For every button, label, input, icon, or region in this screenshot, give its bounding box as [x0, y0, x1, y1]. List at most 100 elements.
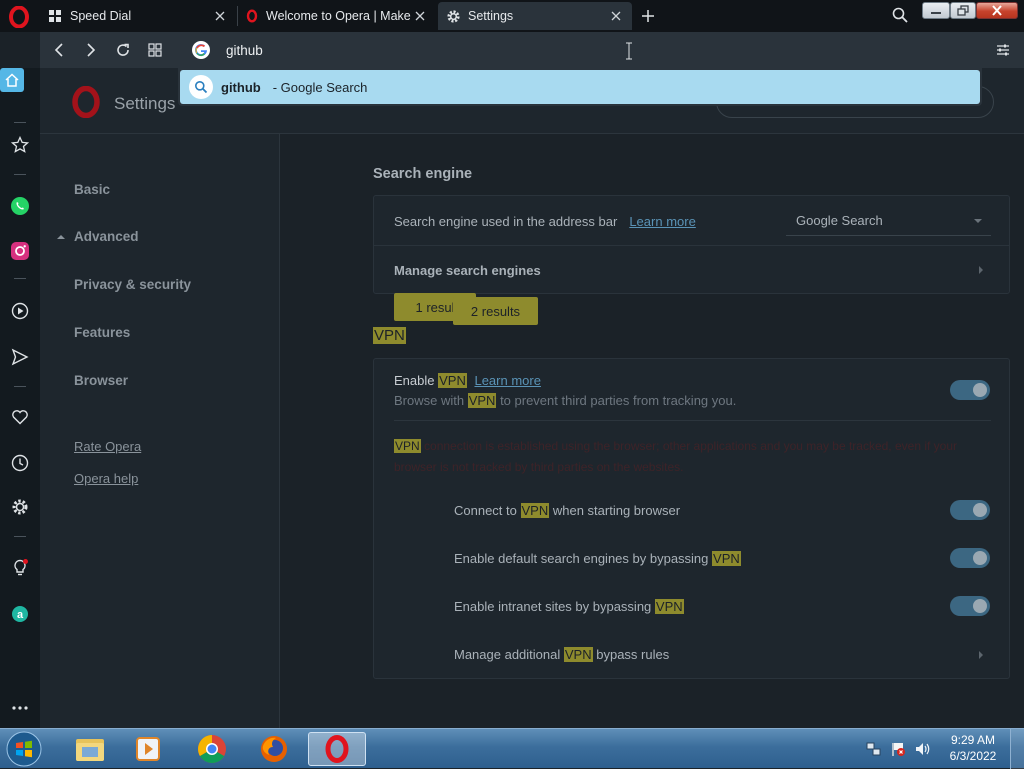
settings-nav: Basic Advanced Privacy & security Featur… — [40, 134, 280, 728]
tray-volume-icon[interactable] — [914, 741, 932, 757]
sidebar-item-instagram[interactable] — [8, 239, 32, 263]
reload-button[interactable] — [112, 40, 134, 60]
clock-time: 9:29 AM — [950, 733, 996, 747]
svg-text:a: a — [17, 609, 24, 621]
close-icon[interactable] — [412, 8, 428, 24]
bubble-text: 1 resul — [415, 299, 455, 315]
text-cursor — [626, 42, 632, 60]
grid-icon — [148, 43, 162, 57]
enable-vpn-toggle[interactable] — [950, 380, 990, 400]
divider — [14, 174, 26, 175]
send-icon — [11, 348, 29, 366]
sidebar-item-amazon[interactable]: a — [8, 602, 32, 626]
sidebar-item-player[interactable] — [8, 299, 32, 323]
nav-features[interactable]: Features — [74, 325, 130, 340]
manage-search-engines-label: Manage search engines — [394, 263, 541, 278]
show-desktop-button[interactable] — [1010, 729, 1024, 769]
clock-icon — [11, 454, 29, 472]
manage-search-engines-row[interactable]: Manage search engines — [374, 246, 1009, 293]
close-icon[interactable] — [608, 8, 624, 24]
vpn-highlight: VPN — [520, 503, 550, 518]
sliders-icon — [997, 44, 1009, 56]
vpn-heading: VPN — [373, 327, 406, 344]
taskbar-firefox[interactable] — [248, 732, 300, 766]
minimize-button[interactable] — [922, 2, 950, 19]
new-tab-button[interactable] — [638, 6, 658, 26]
search-engine-heading: Search engine — [373, 166, 473, 182]
amazon-icon: a — [12, 606, 28, 622]
close-icon[interactable] — [212, 8, 228, 24]
taskbar-chrome[interactable] — [186, 732, 238, 766]
sidebar-item-history[interactable] — [8, 451, 32, 475]
restore-button[interactable] — [950, 2, 976, 19]
taskbar: 9:29 AM 6/3/2022 — [0, 728, 1024, 769]
address-input-value: github — [226, 42, 263, 58]
manage-bypass-rules-label: Manage additional VPN bypass rules — [454, 647, 669, 662]
vpn-highlight: VPN — [654, 599, 684, 614]
chevron-left-icon — [54, 43, 63, 57]
nav-advanced-label: Advanced — [74, 229, 139, 244]
tab-speed-dial[interactable]: Speed Dial — [40, 2, 236, 30]
taskbar-explorer[interactable] — [64, 732, 116, 766]
page-title: Settings — [114, 94, 176, 113]
close-window-button[interactable] — [976, 2, 1018, 19]
tab-settings[interactable]: Settings — [438, 2, 632, 30]
search-engine-learn-more-link[interactable]: Learn more — [629, 214, 695, 229]
search-engine-select[interactable]: Google Search — [786, 206, 991, 236]
bubble-text: 2 results — [470, 303, 521, 319]
firefox-icon — [261, 736, 287, 762]
forward-button[interactable] — [80, 40, 102, 60]
taskbar-opera[interactable] — [308, 732, 366, 766]
opera-help-link[interactable]: Opera help — [74, 471, 138, 486]
nav-browser[interactable]: Browser — [74, 373, 128, 388]
opera-icon — [325, 735, 349, 763]
start-button[interactable] — [4, 730, 44, 768]
nav-advanced[interactable]: Advanced — [56, 229, 139, 244]
manage-bypass-text: bypass rules — [596, 647, 670, 662]
easy-setup-button[interactable] — [992, 40, 1014, 60]
sidebar-more-button[interactable] — [8, 696, 32, 720]
nav-privacy[interactable]: Privacy & security — [74, 277, 191, 292]
manage-bypass-rules-row[interactable]: Manage additional VPN bypass rules — [434, 633, 1009, 677]
tray-flag-icon[interactable] — [890, 741, 906, 757]
tab-welcome[interactable]: Welcome to Opera | Make — [238, 2, 436, 30]
connect-vpn-row: Connect to VPN when starting browser — [454, 503, 680, 518]
sidebar-item-whatsapp[interactable] — [8, 194, 32, 218]
intranet-bypass-row: Enable intranet sites by bypassing VPN — [454, 599, 684, 614]
tab-grid-button[interactable] — [144, 40, 166, 60]
chevron-right-icon — [979, 651, 983, 659]
sidebar-item-bookmarks[interactable] — [8, 133, 32, 157]
close-icon — [992, 5, 1002, 16]
instagram-icon — [11, 242, 29, 260]
search-engine-label: Search engine used in the address bar — [394, 214, 618, 229]
opera-menu-button[interactable] — [8, 6, 30, 28]
rate-opera-link[interactable]: Rate Opera — [74, 439, 141, 454]
intranet-bypass-toggle[interactable] — [950, 596, 990, 616]
nav-basic[interactable]: Basic — [74, 182, 110, 197]
caret-down-icon — [974, 218, 982, 223]
taskbar-media-player[interactable] — [122, 732, 174, 766]
sidebar-item-home[interactable] — [0, 68, 24, 92]
search-tabs-button[interactable] — [890, 5, 910, 25]
connect-vpn-toggle[interactable] — [950, 500, 990, 520]
search-icon — [189, 75, 213, 99]
back-button[interactable] — [48, 40, 70, 60]
sidebar-item-flow[interactable] — [8, 345, 32, 369]
search-icon — [892, 7, 908, 23]
connect-vpn-label: when starting browser — [552, 503, 681, 518]
vpn-highlight: VPN — [438, 373, 467, 388]
sidebar-item-pinboard[interactable] — [8, 405, 32, 429]
suggestion-item[interactable]: github - Google Search — [180, 70, 980, 104]
default-search-bypass-toggle[interactable] — [950, 548, 990, 568]
scrollbar[interactable] — [1014, 134, 1024, 728]
tray-network-icon[interactable] — [866, 741, 882, 757]
toolbar: github — [40, 32, 1024, 68]
sidebar-item-news[interactable] — [8, 556, 32, 580]
plus-icon — [642, 10, 654, 22]
sidebar-item-settings[interactable] — [8, 495, 32, 519]
clock[interactable]: 9:29 AM 6/3/2022 — [944, 732, 1002, 764]
sidebar: a — [0, 68, 40, 728]
vpn-learn-more-link[interactable]: Learn more — [474, 373, 540, 388]
opera-logo-icon — [9, 6, 29, 28]
address-bar[interactable]: github — [180, 36, 980, 64]
